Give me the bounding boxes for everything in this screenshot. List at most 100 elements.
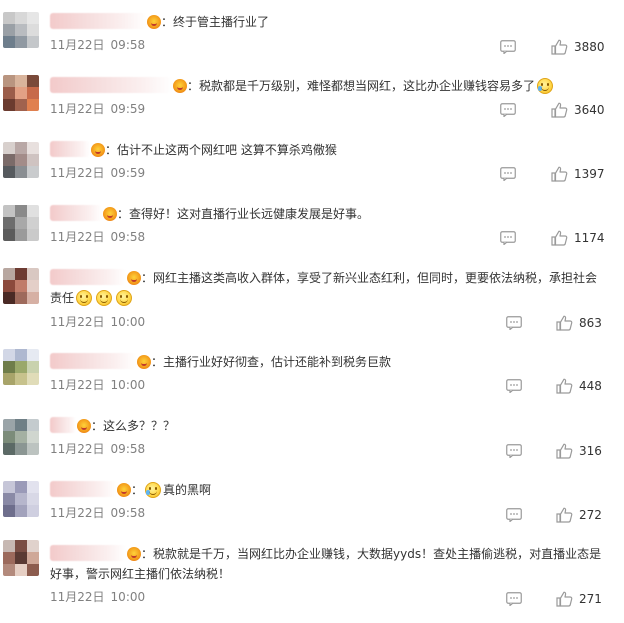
- comment-date: 11月22日: [50, 166, 105, 180]
- avatar[interactable]: [3, 268, 39, 304]
- avatar[interactable]: [3, 481, 39, 517]
- reply-icon[interactable]: [500, 167, 516, 181]
- thumbs-up-icon: [556, 315, 573, 331]
- comment-meta: 11月22日 09:59: [50, 165, 145, 181]
- avatar[interactable]: [3, 142, 39, 178]
- comment-body: ：这么多？？？: [91, 419, 176, 433]
- comment-time: 10:00: [110, 378, 146, 392]
- comment-time: 09:59: [110, 102, 146, 116]
- comment-text: ：主播行业好好彻查，估计还能补到税务巨款: [50, 352, 608, 372]
- fan-badge-icon: [173, 79, 187, 93]
- thumbs-up-icon: [556, 507, 573, 523]
- comment-body: ：主播行业好好彻查，估计还能补到税务巨款: [151, 355, 392, 369]
- fan-badge-icon: [77, 419, 91, 433]
- comment-text: ：查得好！这对直播行业长远健康发展是好事。: [50, 204, 608, 224]
- thumbs-up-icon: [556, 443, 573, 459]
- comment-text: ：税款就是千万，当网红比办企业赚钱，大数据yyds！查处主播偷逃税，对直播业态是…: [50, 544, 608, 584]
- reply-icon[interactable]: [500, 231, 516, 245]
- avatar[interactable]: [3, 419, 39, 455]
- comment-date: 11月22日: [50, 590, 105, 604]
- comment-text: ：网红主播这类高收入群体，享受了新兴业态红利，但同时，更要依法纳税，承担社会责任: [50, 268, 608, 308]
- reply-icon[interactable]: [500, 103, 516, 117]
- comment-meta: 11月22日 10:00: [50, 314, 145, 330]
- like-count: 272: [579, 508, 602, 522]
- username-blurred[interactable]: [50, 141, 90, 157]
- comment-time: 09:58: [110, 38, 146, 52]
- fan-badge-icon: [117, 483, 131, 497]
- username-blurred[interactable]: [50, 545, 126, 561]
- avatar[interactable]: [3, 75, 39, 111]
- comment-text: ： 真的黑啊: [50, 480, 608, 500]
- comment-meta: 11月22日 10:00: [50, 377, 145, 393]
- comment-body: ：税款都是千万级别，难怪都想当网红，这比办企业赚钱容易多了: [187, 79, 536, 93]
- comment-body: ：估计不止这两个网红吧 这算不算杀鸡儆猴: [105, 143, 337, 157]
- like-button[interactable]: 863: [556, 315, 602, 331]
- like-button[interactable]: 448: [556, 378, 602, 394]
- thumbs-up-icon: [551, 166, 568, 182]
- cry-laugh-icon: [145, 482, 162, 498]
- comment-meta: 11月22日 09:59: [50, 101, 145, 117]
- avatar[interactable]: [3, 349, 39, 385]
- comment-date: 11月22日: [50, 38, 105, 52]
- comment-text: ：这么多？？？: [50, 416, 608, 436]
- comment-date: 11月22日: [50, 378, 105, 392]
- username-blurred[interactable]: [50, 417, 76, 433]
- thumbs-up-icon: [556, 591, 573, 607]
- fan-badge-icon: [103, 207, 117, 221]
- fan-badge-icon: [127, 271, 141, 285]
- fan-badge-icon: [137, 355, 151, 369]
- reply-icon[interactable]: [500, 40, 516, 54]
- like-button[interactable]: 3640: [551, 102, 605, 118]
- comment-body: ：终于管主播行业了: [161, 15, 270, 29]
- like-button[interactable]: 1397: [551, 166, 605, 182]
- grin-icon: [76, 290, 93, 306]
- avatar[interactable]: [3, 540, 39, 576]
- reply-icon[interactable]: [506, 592, 522, 606]
- comment-date: 11月22日: [50, 102, 105, 116]
- separator: ：: [131, 483, 144, 497]
- comment-meta: 11月22日 10:00: [50, 589, 145, 605]
- like-count: 863: [579, 316, 602, 330]
- comment-time: 09:58: [110, 506, 146, 520]
- thumbs-up-icon: [551, 39, 568, 55]
- username-blurred[interactable]: [50, 77, 172, 93]
- comment-meta: 11月22日 09:58: [50, 37, 145, 53]
- like-button[interactable]: 1174: [551, 230, 605, 246]
- comment-meta: 11月22日 09:58: [50, 229, 145, 245]
- username-blurred[interactable]: [50, 269, 126, 285]
- like-button[interactable]: 271: [556, 591, 602, 607]
- like-count: 316: [579, 444, 602, 458]
- comment-date: 11月22日: [50, 442, 105, 456]
- comment-time: 09:58: [110, 442, 146, 456]
- comment-date: 11月22日: [50, 315, 105, 329]
- grin-icon: [116, 290, 133, 306]
- like-button[interactable]: 272: [556, 507, 602, 523]
- reply-icon[interactable]: [506, 508, 522, 522]
- comment-body: ：查得好！这对直播行业长远健康发展是好事。: [117, 207, 370, 221]
- avatar[interactable]: [3, 12, 39, 48]
- comment-date: 11月22日: [50, 230, 105, 244]
- reply-icon[interactable]: [506, 444, 522, 458]
- comment-text: ：税款都是千万级别，难怪都想当网红，这比办企业赚钱容易多了: [50, 76, 608, 96]
- username-blurred[interactable]: [50, 353, 136, 369]
- thumbs-up-icon: [556, 378, 573, 394]
- avatar[interactable]: [3, 205, 39, 241]
- thumbs-up-icon: [551, 102, 568, 118]
- like-button[interactable]: 3880: [551, 39, 605, 55]
- grin-icon: [96, 290, 113, 306]
- username-blurred[interactable]: [50, 13, 146, 29]
- comment-time: 09:59: [110, 166, 146, 180]
- comment-text: ：终于管主播行业了: [50, 12, 608, 32]
- username-blurred[interactable]: [50, 205, 102, 221]
- like-button[interactable]: 316: [556, 443, 602, 459]
- reply-icon[interactable]: [506, 316, 522, 330]
- comment-meta: 11月22日 09:58: [50, 505, 145, 521]
- like-count: 3640: [574, 103, 605, 117]
- comment-date: 11月22日: [50, 506, 105, 520]
- comment-text: ：估计不止这两个网红吧 这算不算杀鸡儆猴: [50, 140, 608, 160]
- thumbs-up-icon: [551, 230, 568, 246]
- like-count: 448: [579, 379, 602, 393]
- username-blurred[interactable]: [50, 481, 116, 497]
- like-count: 1397: [574, 167, 605, 181]
- reply-icon[interactable]: [506, 379, 522, 393]
